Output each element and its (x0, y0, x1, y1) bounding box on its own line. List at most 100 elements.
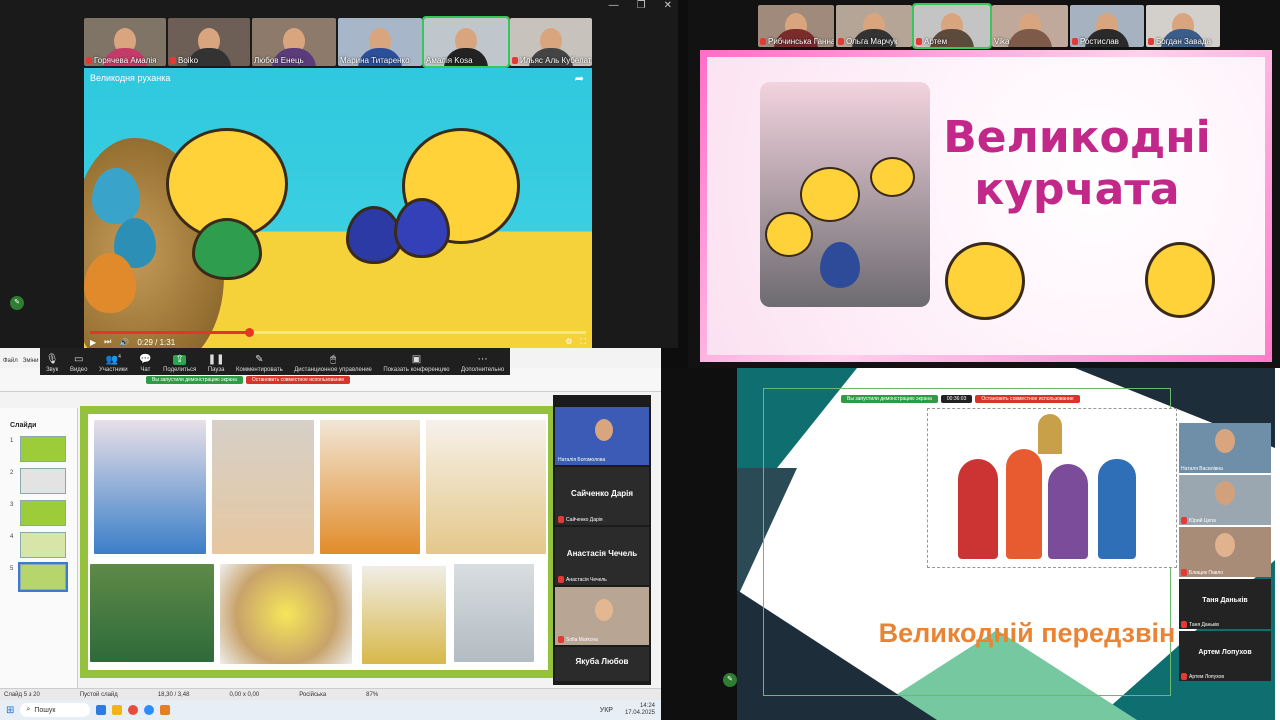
share-icon[interactable]: ➦ (575, 72, 584, 85)
mic-off-icon (1181, 673, 1187, 680)
participant-tile-active[interactable]: Амалія Kosa (422, 16, 510, 68)
remote-control-button[interactable]: 🖱 Дистанционное управление (294, 354, 372, 374)
share-button[interactable]: ⇪ Поделиться (163, 354, 196, 374)
video-button[interactable]: ▭ Видео (70, 355, 88, 374)
zoom-window-slide-chicks: Рибчинська Ганна Ольга Марчук Артем Vika… (688, 0, 1280, 368)
video-tile[interactable]: Наталя Василівна (1179, 423, 1271, 473)
show-meeting-button[interactable]: ▣ Показать конференцию (383, 355, 449, 374)
participant-tile[interactable]: Ростислав (1070, 5, 1144, 47)
easter-craft-photo (212, 420, 314, 554)
slides-panel-label: Слайди (10, 422, 37, 429)
mic-off-icon (558, 636, 564, 643)
mouse-icon: 🖱 (330, 354, 337, 365)
mic-off-icon (558, 576, 564, 583)
annotate-pen-icon[interactable]: ✎ (723, 673, 737, 687)
cartoon-chick (1145, 242, 1215, 318)
participant-tile[interactable]: Boiko (168, 18, 250, 66)
close-icon[interactable]: ✕ (664, 0, 672, 11)
easter-craft-photo (362, 566, 446, 664)
stop-share-button[interactable]: Остановить совместное использование (245, 376, 351, 384)
mic-off-icon (1181, 569, 1187, 576)
video-tile[interactable]: Якуба Любов (555, 647, 649, 681)
video-tile[interactable]: Блищик Павло (1179, 527, 1271, 577)
restore-icon[interactable]: ❐ (637, 0, 646, 11)
green-egg (192, 218, 262, 280)
audio-button[interactable]: 🎙 Звук (46, 355, 59, 374)
mic-off-icon (512, 57, 518, 64)
fullscreen-icon[interactable]: ⛶ (580, 337, 586, 347)
video-tile[interactable]: Юрий Цепа (1179, 475, 1271, 525)
next-icon[interactable]: ⏭ (104, 337, 111, 347)
zoom-level: 87% (366, 691, 379, 698)
taskbar-clock: 14:24 17.04.2025 (624, 703, 655, 716)
mic-off-icon (170, 57, 176, 64)
video-tile[interactable]: Sofia Markova (555, 587, 649, 645)
video-title: Великодня руханка (90, 73, 171, 83)
edge-icon[interactable] (96, 705, 107, 715)
easter-craft-photo (320, 420, 420, 554)
impress-icon[interactable] (160, 705, 171, 715)
zoom-video-panel: Наталя Василівна Юрий Цепа Блищик Павло … (1179, 423, 1271, 683)
youtube-video[interactable]: Великодня руханка ➦ ▶ ⏭ 🔊 0:29 / 1:31 ⚙ … (84, 68, 592, 348)
video-controls: ▶ ⏭ 🔊 0:29 / 1:31 ⚙ ⛶ (90, 336, 586, 348)
zoom-window-slide-chimes: Великодній передзвін Вы запустили демонс… (661, 368, 1280, 720)
participants-button[interactable]: 👥4 Участники (99, 352, 128, 373)
menu-item-file[interactable]: Файл (3, 358, 18, 368)
share-timer: 00:36:03 (940, 395, 973, 403)
slide-easter-chicks: Великодні курчата (700, 50, 1272, 362)
explorer-icon[interactable] (112, 705, 123, 715)
participant-strip: Рибчинська Ганна Ольга Марчук Артем Vika… (758, 3, 1220, 49)
slide-thumbnail[interactable] (20, 532, 66, 558)
participant-tile[interactable]: Любов Енець (252, 18, 336, 66)
menu-bar: Файл Зміни (0, 358, 39, 368)
volume-icon[interactable]: 🔊 (119, 338, 129, 347)
slide-thumbnail[interactable] (20, 468, 66, 494)
chrome-icon[interactable] (128, 705, 139, 715)
slide-thumbnail[interactable] (20, 436, 66, 462)
windows-taskbar: ⊞ ⌕ Пошук УКР 14:24 17.04.2025 (0, 700, 661, 720)
slide-thumbnail-selected[interactable] (18, 562, 68, 592)
people-icon: 👥4 (105, 353, 121, 365)
sharing-status: Вы запустили демонстрацию экрана (146, 376, 243, 384)
mic-off-icon (86, 57, 92, 64)
participant-tile-active[interactable]: Артем (912, 3, 992, 49)
share-screen-icon: ⇪ (173, 354, 186, 365)
video-tile[interactable]: Таня Даньків Таня Даньків (1179, 579, 1271, 629)
chat-button[interactable]: 💬 Чат (139, 355, 151, 374)
menu-item-edit[interactable]: Зміни (23, 358, 39, 368)
video-tile[interactable]: Артем Лопухов Артем Лопухов (1179, 631, 1271, 681)
annotate-button[interactable]: ✎ Комментировать (236, 355, 283, 374)
more-button[interactable]: ⋯ Дополнительно (461, 354, 504, 374)
more-icon: ⋯ (477, 354, 488, 365)
taskbar-search[interactable]: ⌕ Пошук (20, 703, 91, 717)
windows-start-icon[interactable]: ⊞ (6, 705, 14, 716)
easter-craft-photo (90, 564, 214, 662)
easter-craft-photo (454, 564, 534, 662)
stop-share-button[interactable]: Остановить совместное использование (975, 395, 1080, 403)
video-tile[interactable]: Анастасія Чечель Анастасія Чечель (555, 527, 649, 585)
participant-tile[interactable]: Рибчинська Ганна (758, 5, 834, 47)
video-tile[interactable]: Наталія Богомолова (555, 407, 649, 465)
video-progress-bar[interactable] (90, 328, 586, 337)
play-icon[interactable]: ▶ (90, 338, 96, 347)
slide-canvas[interactable] (80, 406, 556, 678)
slide-thumbnail[interactable] (20, 500, 66, 526)
pause-icon: ❚❚ (207, 354, 225, 365)
minimize-icon[interactable]: — (609, 0, 619, 11)
zoom-app-icon[interactable] (144, 705, 155, 715)
chick-craft-photo (760, 82, 930, 307)
participant-tile[interactable]: Богдан Завада (1146, 5, 1220, 47)
pause-button[interactable]: ❚❚ Пауза (207, 354, 225, 374)
participant-tile[interactable]: Ильяс Аль Кубелат (510, 18, 592, 66)
participant-tile[interactable]: Vika (992, 5, 1068, 47)
participant-tile[interactable]: Марина Титаренко (338, 18, 422, 66)
egg (92, 168, 140, 224)
video-tile[interactable]: Сайченко Дарія Сайченко Дарія (555, 467, 649, 525)
participant-strip: Горячева Амалія Boiko Любов Енець Марина… (84, 16, 592, 68)
annotate-pen-icon[interactable]: ✎ (10, 296, 24, 310)
participant-tile[interactable]: Горячева Амалія (84, 18, 166, 66)
settings-icon[interactable]: ⚙ (565, 337, 572, 347)
folk-illustration (927, 408, 1177, 568)
mic-off-icon (1148, 38, 1154, 45)
participant-tile[interactable]: Ольга Марчук (836, 5, 912, 47)
